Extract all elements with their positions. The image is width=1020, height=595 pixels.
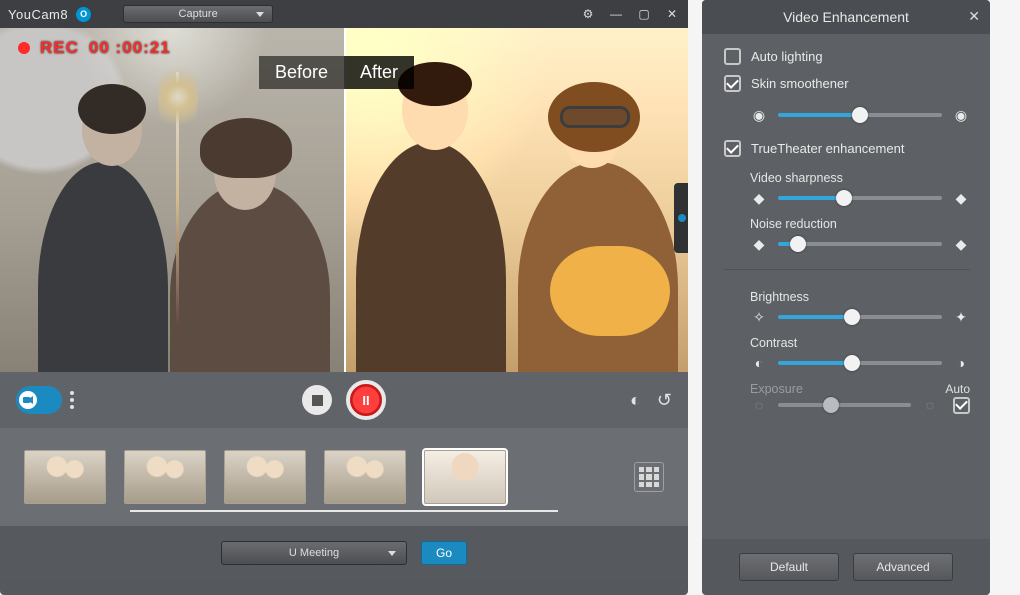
video-sharpness-slider[interactable] <box>778 196 942 200</box>
noise-min-icon: ◆ <box>750 235 768 253</box>
launch-app-dropdown[interactable]: U Meeting <box>221 541 407 565</box>
exposure-min-icon: ◌ <box>750 396 768 414</box>
truetheater-label: TrueTheater enhancement <box>751 141 904 156</box>
maximize-button[interactable]: ▢ <box>636 6 652 22</box>
settings-icon[interactable]: ⚙ <box>580 6 596 22</box>
exposure-max-icon: ◌ <box>921 396 939 414</box>
skin-smoothener-slider[interactable] <box>778 113 942 117</box>
auto-lighting-checkbox[interactable] <box>724 48 741 65</box>
thumbnail[interactable] <box>24 450 106 504</box>
record-dot-icon <box>18 42 30 54</box>
title-bar: YouCam8 O Capture ⚙ — ▢ ✕ <box>0 0 688 28</box>
thumbnail-scrollbar[interactable] <box>130 510 558 512</box>
rec-label: REC <box>40 38 79 58</box>
noise-reduction-slider[interactable] <box>778 242 942 246</box>
contrast-slider[interactable] <box>778 361 942 365</box>
app-title: YouCam8 <box>8 7 68 22</box>
exposure-auto-label: Auto <box>945 382 970 396</box>
smooth-max-icon: ◉ <box>952 106 970 124</box>
rec-time: 00 :00:21 <box>89 38 171 58</box>
thumbnail[interactable] <box>424 450 506 504</box>
launch-bar: U Meeting Go <box>0 526 688 580</box>
goggles-icon <box>560 106 630 128</box>
before-label: Before <box>259 56 344 89</box>
thumbnail[interactable] <box>224 450 306 504</box>
noise-max-icon: ◆ <box>952 235 970 253</box>
noise-reduction-label: Noise reduction <box>750 217 970 231</box>
close-button[interactable]: ✕ <box>664 6 680 22</box>
camera-toggle[interactable] <box>16 386 62 414</box>
thumbnail[interactable] <box>124 450 206 504</box>
recording-indicator: REC 00 :00:21 <box>18 38 171 58</box>
exposure-label: Exposure <box>750 382 803 396</box>
thumbnail[interactable] <box>324 450 406 504</box>
launch-app-label: U Meeting <box>289 547 339 559</box>
video-sharpness-label: Video sharpness <box>750 171 970 185</box>
transport-bar: II ◐ ↺ <box>0 372 688 428</box>
brightness-min-icon: ✧ <box>750 308 768 326</box>
skin-smoothener-checkbox[interactable] <box>724 75 741 92</box>
truetheater-checkbox[interactable] <box>724 140 741 157</box>
panel-expand-handle[interactable] <box>674 183 688 253</box>
pause-icon: II <box>362 393 369 408</box>
brightness-max-icon: ✦ <box>952 308 970 326</box>
go-button[interactable]: Go <box>421 541 467 565</box>
brightness-slider[interactable] <box>778 315 942 319</box>
pause-record-button[interactable]: II <box>346 380 386 420</box>
video-enhancement-panel: Video Enhancement ✕ Auto lighting Skin s… <box>702 0 990 595</box>
skin-smoothener-label: Skin smoothener <box>751 76 849 91</box>
reset-icon[interactable]: ↺ <box>657 390 672 411</box>
thumbnail-strip <box>0 428 688 526</box>
smooth-min-icon: ◉ <box>750 106 768 124</box>
sparkler <box>176 72 179 330</box>
panel-close-button[interactable]: ✕ <box>968 8 980 25</box>
more-menu-icon[interactable] <box>70 391 84 409</box>
mode-dropdown[interactable]: Capture <box>123 5 273 23</box>
app-logo-badge: O <box>76 7 91 22</box>
panel-footer: Default Advanced <box>702 539 990 595</box>
contrast-max-icon: ◑ <box>952 354 970 372</box>
contrast-label: Contrast <box>750 336 970 350</box>
enhancement-icon[interactable]: ◐ <box>630 390 641 411</box>
main-window: YouCam8 O Capture ⚙ — ▢ ✕ <box>0 0 688 595</box>
mode-dropdown-label: Capture <box>179 8 218 20</box>
panel-header: Video Enhancement ✕ <box>702 0 990 34</box>
sharpness-max-icon: ◆ <box>952 189 970 207</box>
panel-title: Video Enhancement <box>783 9 909 25</box>
after-label: After <box>344 56 414 89</box>
camera-icon <box>19 391 37 409</box>
auto-lighting-label: Auto lighting <box>751 49 823 64</box>
brightness-label: Brightness <box>750 290 970 304</box>
advanced-button[interactable]: Advanced <box>853 553 953 581</box>
exposure-slider <box>778 403 911 407</box>
sharpness-min-icon: ◆ <box>750 189 768 207</box>
contrast-min-icon: ◐ <box>750 354 768 372</box>
minimize-button[interactable]: — <box>608 6 624 22</box>
stop-button[interactable] <box>302 385 332 415</box>
default-button[interactable]: Default <box>739 553 839 581</box>
video-preview: REC 00 :00:21 Before After <box>0 28 688 372</box>
grid-view-button[interactable] <box>634 462 664 492</box>
exposure-auto-checkbox[interactable] <box>953 397 970 414</box>
